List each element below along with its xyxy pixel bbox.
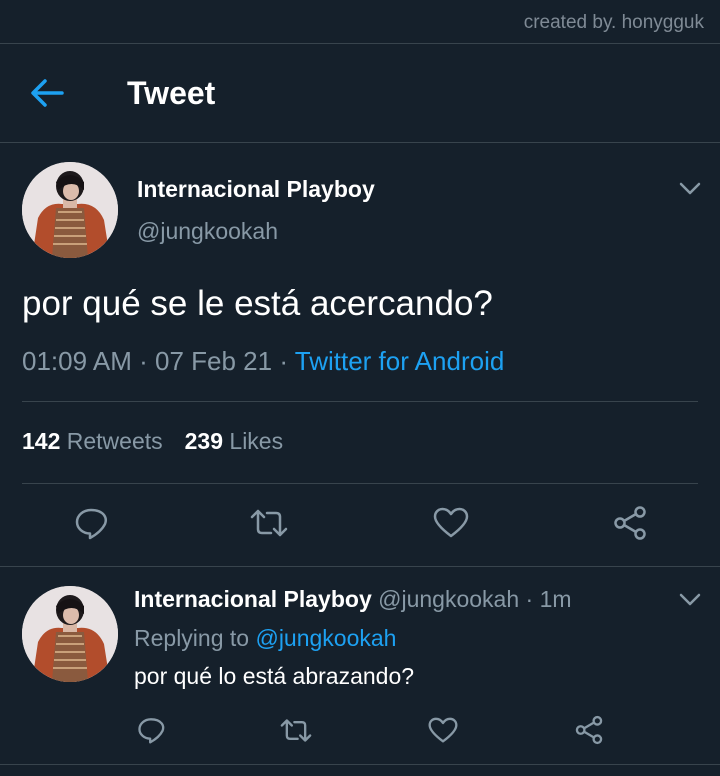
meta-separator: · [139,346,148,376]
meta-separator: · [279,346,288,376]
reply-divider [0,566,720,567]
like-icon[interactable] [428,717,458,744]
replying-to-handle[interactable]: @jungkookah [255,625,396,651]
arrow-left-icon[interactable] [30,78,64,108]
chevron-down-icon[interactable] [679,593,701,607]
retweet-icon[interactable] [249,508,289,538]
reply-author-name[interactable]: Internacional Playboy [134,586,372,612]
author-handle[interactable]: @jungkookah [137,218,278,245]
avatar[interactable] [22,162,118,258]
tweet-source-link[interactable]: Twitter for Android [295,346,505,376]
page-title: Tweet [127,75,216,111]
top-bar: Tweet [0,44,720,142]
reply-text: por qué lo está abrazando? [134,663,415,689]
retweets-stat[interactable]: 142 Retweets [22,428,163,454]
chevron-down-icon[interactable] [679,182,701,196]
tweet-meta: 01:09 AM · 07 Feb 21 · Twitter for Andro… [22,346,504,377]
likes-count: 239 [184,428,224,454]
stats-divider [22,483,698,484]
tweet-date: 07 Feb 21 [155,346,273,376]
header-divider [0,142,720,143]
retweets-count: 142 [22,428,61,454]
reply-author-handle[interactable]: @jungkookah [378,586,519,612]
tweet-time: 01:09 AM [22,346,132,376]
like-icon[interactable] [433,507,469,539]
replying-prefix: Replying to [134,625,250,651]
author-name[interactable]: Internacional Playboy [137,176,375,203]
meta-divider [22,401,698,402]
tweet-text: por qué se le está acercando? [22,284,493,323]
bottom-divider [0,764,720,765]
share-icon[interactable] [612,505,648,541]
share-icon[interactable] [574,715,604,745]
replying-to-line: Replying to @jungkookah [134,625,396,652]
reply-icon[interactable] [74,506,108,540]
reply-header: Internacional Playboy @jungkookah · 1m [134,586,572,613]
likes-label: Likes [229,428,284,454]
tweet-stats: 142 Retweets 239 Likes [22,428,283,455]
reply-avatar[interactable] [22,586,118,682]
likes-stat[interactable]: 239 Likes [185,428,283,454]
retweets-label: Retweets [66,428,163,454]
watermark: created by. honygguk [523,12,704,33]
reply-icon[interactable] [137,716,165,744]
reply-time: · 1m [525,586,572,612]
retweet-icon[interactable] [279,718,313,743]
